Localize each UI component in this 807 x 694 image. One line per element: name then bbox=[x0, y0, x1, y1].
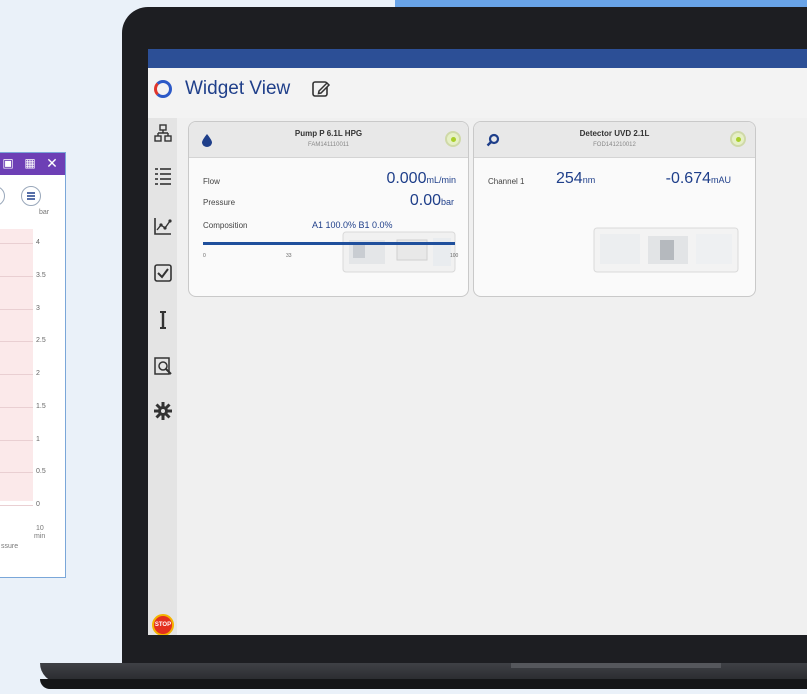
pressure-value: 0.00bar bbox=[409, 192, 454, 209]
flow-value: 0.000mL/min bbox=[386, 170, 456, 187]
menu-button[interactable] bbox=[21, 186, 41, 206]
laptop-hinge bbox=[511, 663, 721, 668]
y-tick-label: 2 bbox=[36, 370, 40, 377]
page-title: Widget View bbox=[185, 78, 291, 99]
data-search-icon[interactable] bbox=[153, 356, 173, 376]
app-header: Widget View bbox=[148, 68, 807, 118]
y-tick-label: 0 bbox=[36, 501, 40, 508]
y-tick-label: 3.5 bbox=[36, 271, 46, 279]
sidebar: STOP bbox=[148, 118, 177, 635]
pressure-label: Pressure bbox=[203, 198, 236, 207]
method-list-icon[interactable] bbox=[153, 166, 173, 186]
pump-device-image bbox=[342, 231, 456, 273]
signal-value: -0.674mAU bbox=[665, 170, 731, 187]
scale-max: 100 bbox=[450, 253, 459, 259]
plot-area bbox=[0, 229, 33, 501]
detector-widget[interactable]: Detector UVD 2.1L FOD141210012 Channel 1… bbox=[473, 121, 756, 297]
app-topbar bbox=[148, 49, 807, 68]
close-icon[interactable]: ✕ bbox=[45, 156, 59, 170]
y-unit-label: bar bbox=[39, 209, 50, 216]
composition-bar bbox=[203, 242, 455, 245]
detector-name: Detector UVD 2.1L bbox=[579, 129, 650, 138]
pump-status-indicator bbox=[445, 131, 461, 147]
column-icon[interactable] bbox=[153, 310, 173, 330]
pump-widget-header: Pump P 6.1L HPG FAM141110011 bbox=[189, 122, 468, 158]
instrument-tree-icon[interactable] bbox=[153, 123, 173, 143]
channel-label: Channel 1 bbox=[488, 177, 525, 186]
grid-icon[interactable]: ▦ bbox=[23, 157, 37, 170]
x-unit-label: min bbox=[34, 533, 46, 540]
scale-min: 0 bbox=[203, 253, 206, 259]
flow-label: Flow bbox=[203, 177, 220, 186]
restore-icon[interactable]: ▣ bbox=[1, 157, 15, 170]
scale-mid: 33 bbox=[286, 253, 292, 259]
grid-line bbox=[0, 308, 33, 310]
chart-window-titlebar: ▣ ▦ ✕ bbox=[0, 153, 65, 175]
composition-bar-fill bbox=[203, 242, 455, 245]
grid-line bbox=[0, 439, 33, 441]
detector-widget-header: Detector UVD 2.1L FOD141210012 bbox=[474, 122, 755, 158]
stop-button[interactable]: STOP bbox=[152, 614, 174, 635]
y-tick-label: 1 bbox=[36, 435, 40, 443]
y-tick-label: 2.5 bbox=[36, 337, 46, 345]
edit-icon[interactable] bbox=[311, 79, 331, 99]
x-tick-label: 10 bbox=[36, 525, 44, 532]
grid-line bbox=[0, 243, 33, 244]
gear-icon[interactable] bbox=[153, 401, 173, 421]
wavelength-value: 254nm bbox=[556, 170, 596, 187]
grid-line bbox=[0, 275, 33, 277]
grid-line bbox=[0, 406, 33, 408]
pump-widget[interactable]: Pump P 6.1L HPG FAM141110011 Flow 0.000m… bbox=[188, 121, 469, 297]
chart-window: ▣ ▦ ✕ bar 4 3.5 3 2.5 2 1.5 1 0.5 0 10 min ssure bbox=[0, 152, 66, 578]
grid-line bbox=[0, 374, 33, 375]
zoom-button[interactable] bbox=[0, 186, 5, 206]
pump-serial: FAM141110011 bbox=[307, 142, 350, 148]
grid-line bbox=[0, 505, 33, 506]
menu-icon bbox=[27, 192, 35, 200]
app-window: Widget View STOP Pump P 6.1L HPG FAM1411… bbox=[148, 49, 807, 635]
checkbox-icon[interactable] bbox=[153, 263, 173, 283]
pump-name: Pump P 6.1L HPG bbox=[294, 129, 363, 138]
grid-line bbox=[0, 341, 33, 343]
y-tick-label: 1.5 bbox=[36, 402, 46, 410]
chart-icon[interactable] bbox=[153, 216, 173, 236]
y-tick-label: 4 bbox=[36, 239, 40, 246]
laptop-base-edge bbox=[40, 679, 807, 689]
grid-line bbox=[0, 472, 33, 474]
composition-label: Composition bbox=[203, 221, 248, 230]
detector-status-indicator bbox=[730, 131, 746, 147]
logo-icon bbox=[154, 80, 172, 98]
legend-fragment: ssure bbox=[1, 543, 19, 550]
detector-serial: FOD141210012 bbox=[593, 142, 636, 148]
y-tick-label: 0.5 bbox=[36, 468, 46, 476]
detector-device-image bbox=[593, 227, 739, 273]
y-tick-label: 3 bbox=[36, 304, 40, 312]
